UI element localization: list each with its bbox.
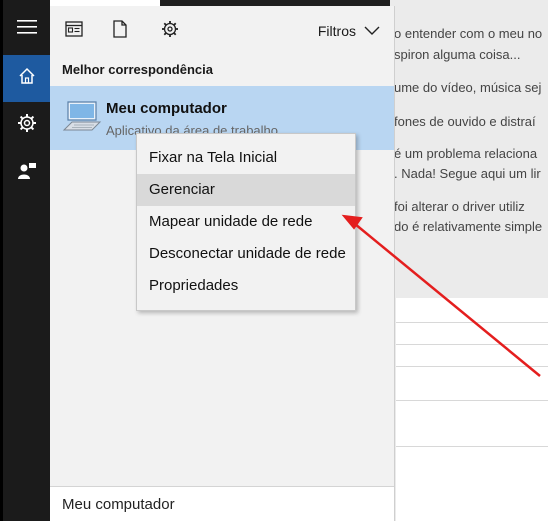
settings-filter-button[interactable]: [158, 19, 182, 43]
apps-filter-button[interactable]: [62, 19, 86, 43]
filter-toolbar: Filtros: [50, 6, 394, 58]
apps-icon: [65, 20, 83, 42]
best-match-heading: Melhor correspondência: [62, 62, 213, 77]
menu-item-manage[interactable]: Gerenciar: [137, 174, 355, 206]
background-text-line: . Nada! Segue aqui um lir: [394, 166, 541, 181]
menu-item-disconnect-network-drive[interactable]: Desconectar unidade de rede: [137, 238, 355, 270]
hamburger-icon: [16, 19, 37, 40]
chevron-down-icon: [364, 23, 380, 39]
home-button[interactable]: [3, 55, 50, 102]
context-menu: Fixar na Tela Inicial Gerenciar Mapear u…: [136, 133, 356, 311]
user-feedback-icon: [17, 161, 37, 186]
search-box[interactable]: Meu computador: [50, 486, 394, 522]
background-text-line: fones de ouvido e distraí: [394, 114, 536, 129]
feedback-button[interactable]: [3, 150, 50, 197]
background-text-line: do é relativamente simple: [394, 219, 543, 234]
document-icon: [113, 19, 127, 43]
settings-icon: [17, 113, 37, 138]
background-content-panel: [396, 298, 548, 521]
start-rail: [0, 0, 50, 521]
background-divider: [396, 400, 548, 401]
documents-filter-button[interactable]: [108, 19, 132, 43]
filters-label: Filtros: [317, 23, 356, 39]
background-text-line: é um problema relaciona: [394, 146, 538, 161]
background-text-line: foi alterar o driver utiliz: [394, 199, 525, 214]
computer-icon: [62, 100, 102, 134]
background-text-line: o entender com o meu no: [394, 26, 543, 41]
menu-item-properties[interactable]: Propriedades: [137, 270, 355, 302]
menu-item-pin-to-start[interactable]: Fixar na Tela Inicial: [137, 142, 355, 174]
menu-item-map-network-drive[interactable]: Mapear unidade de rede: [137, 206, 355, 238]
background-divider: [396, 322, 548, 323]
background-text-line: spiron alguma coisa...: [394, 47, 521, 62]
background-divider: [396, 344, 548, 345]
filters-dropdown[interactable]: Filtros: [318, 20, 380, 42]
menu-toggle-button[interactable]: [3, 6, 50, 53]
search-input[interactable]: Meu computador: [62, 496, 175, 513]
background-divider: [396, 366, 548, 367]
gear-icon: [161, 20, 179, 43]
background-text-line: ume do vídeo, música sej: [394, 80, 542, 95]
home-icon: [18, 67, 36, 90]
result-title: Meu computador: [106, 100, 227, 117]
background-divider: [396, 446, 548, 447]
settings-button[interactable]: [3, 102, 50, 149]
